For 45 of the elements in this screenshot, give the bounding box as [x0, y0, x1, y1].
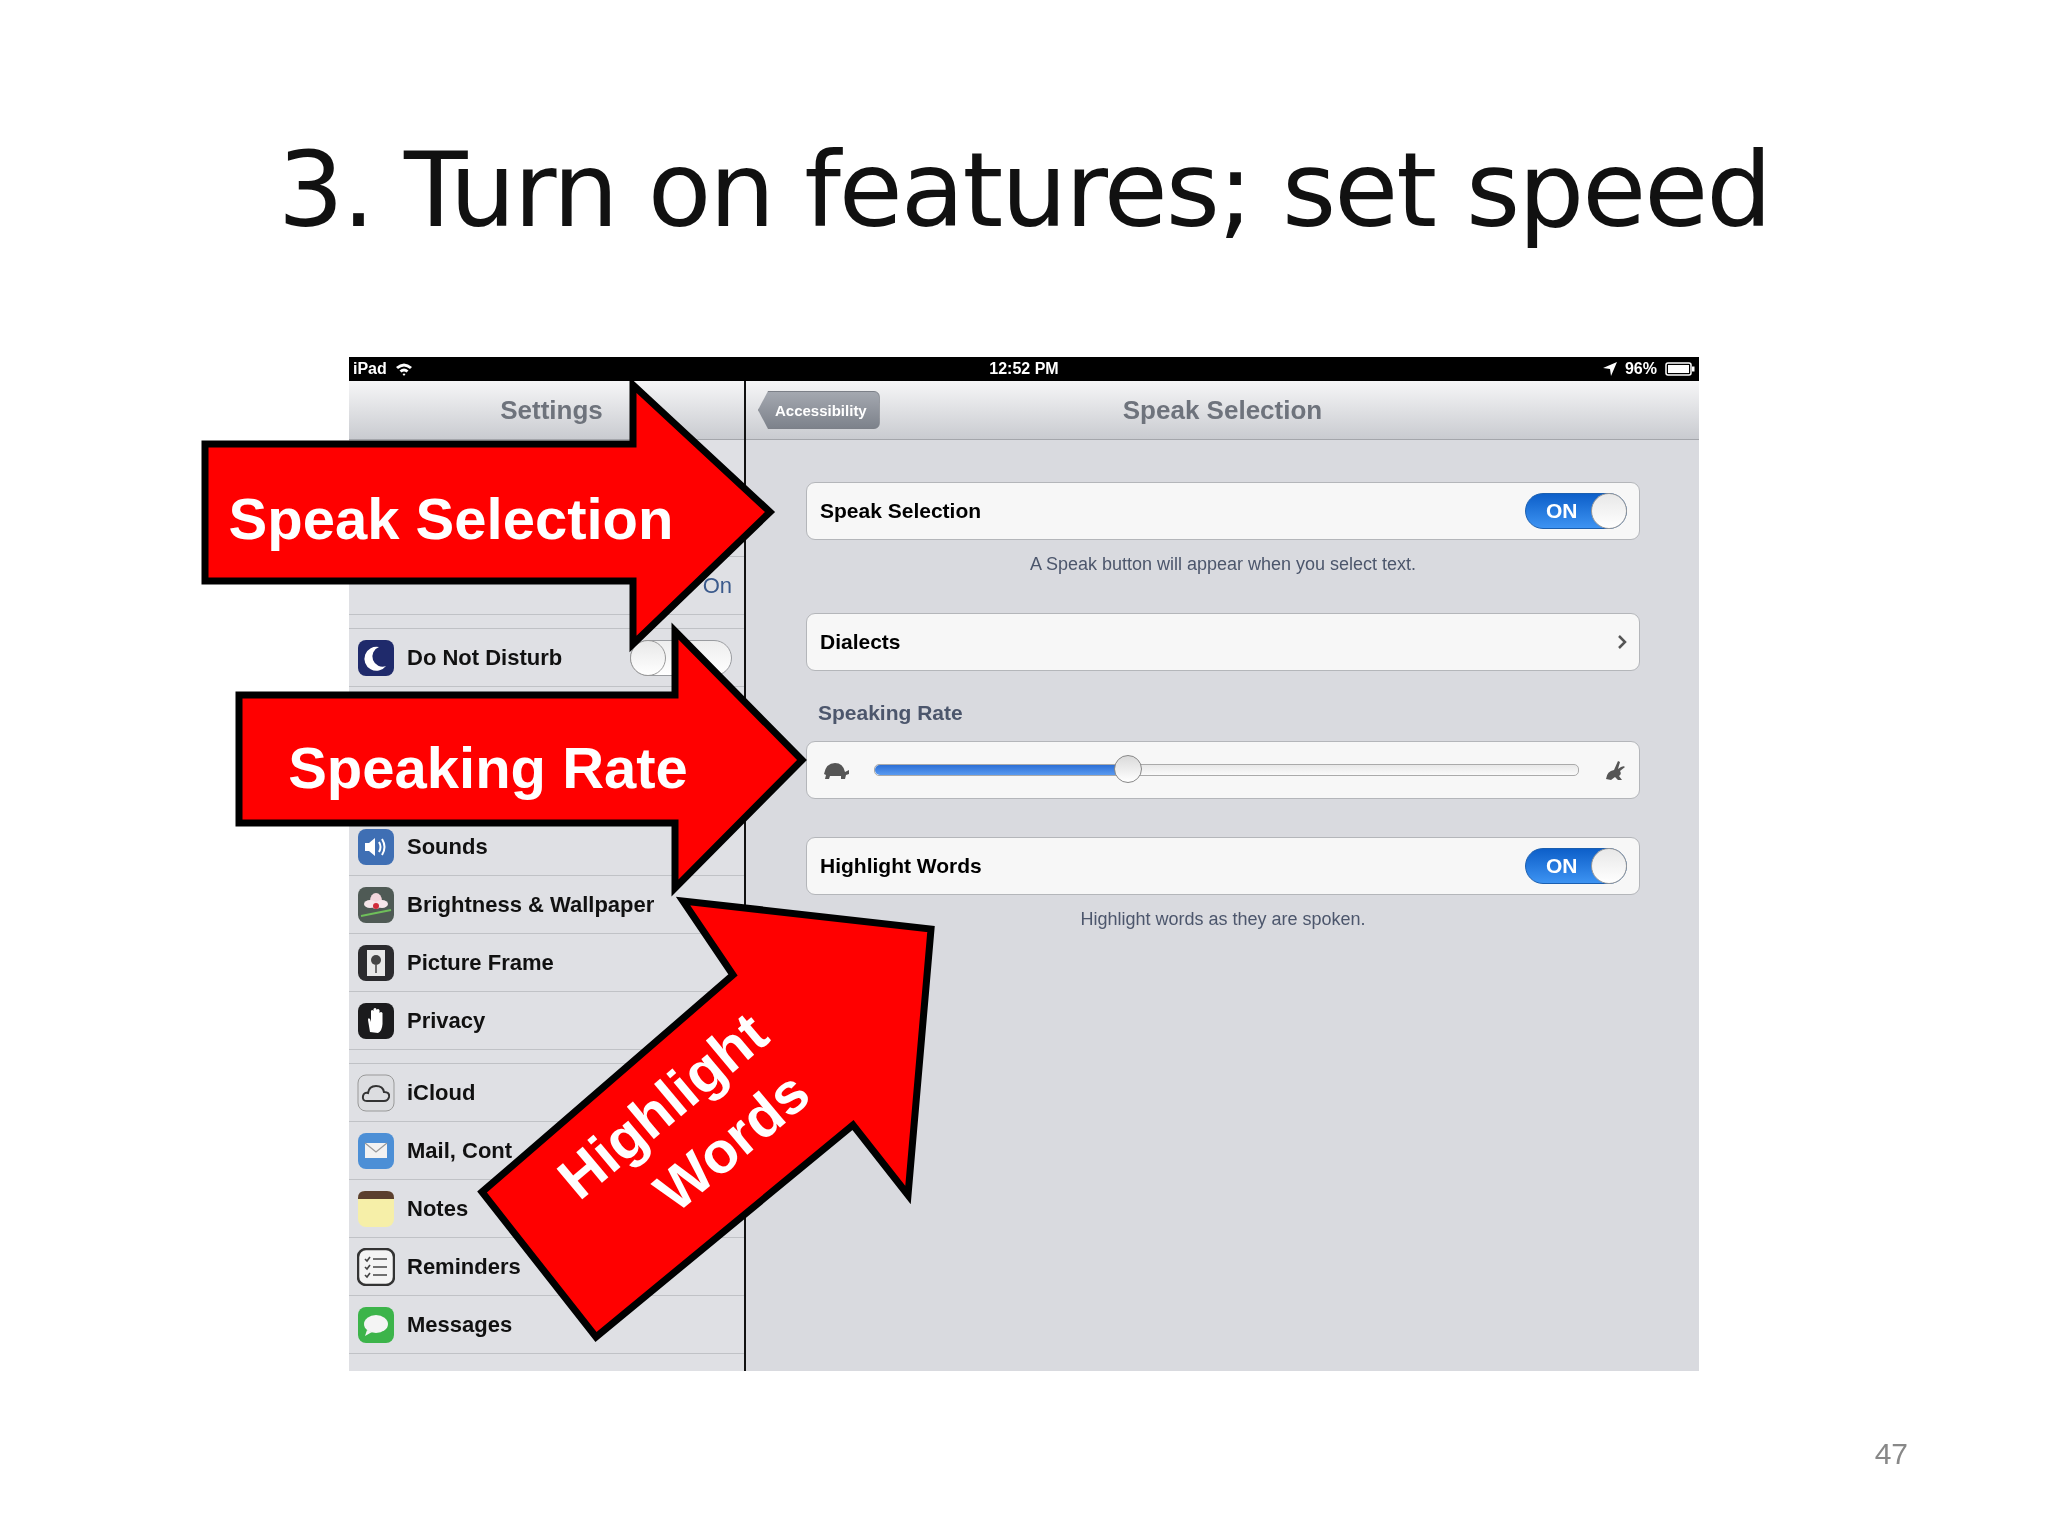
rabbit-icon	[1603, 759, 1627, 781]
row-label[interactable]: Notes	[407, 1195, 469, 1222]
section-footer: A Speak button will appear when you select text.	[806, 554, 1640, 575]
speaker-icon	[357, 827, 395, 866]
row-label[interactable]: Brightness & Wallpaper	[407, 891, 655, 918]
row-label[interactable]: Messages	[407, 1311, 513, 1338]
page-title: Speak Selection	[1122, 394, 1323, 426]
row-label[interactable]: iCloud	[407, 1079, 476, 1106]
speech-bubble-icon	[357, 1305, 395, 1344]
envelope-icon	[357, 1131, 395, 1170]
location-icon	[1602, 362, 1617, 376]
toggle-switch[interactable]: ON	[1525, 848, 1627, 884]
card-label: Speak Selection	[820, 499, 983, 523]
row-label[interactable]: Mail, Cont	[407, 1137, 513, 1164]
settings-card[interactable]: Dialects	[806, 613, 1640, 671]
device-name: iPad	[353, 360, 387, 378]
picture-frame-icon	[357, 943, 395, 982]
row-value: On	[702, 572, 732, 599]
hand-icon	[357, 1001, 395, 1040]
cloud-icon	[357, 1073, 395, 1112]
row-label[interactable]: Picture Frame	[407, 949, 554, 976]
row-label[interactable]: Reminders	[407, 1253, 521, 1280]
card-label: Dialects	[820, 630, 902, 654]
wifi-icon	[394, 362, 413, 376]
status-time: 12:52 PM	[989, 360, 1059, 378]
slide-title: 3. Turn on features; set speed	[277, 128, 1771, 253]
section-header: Speaking Rate	[818, 701, 964, 726]
slider-thumb[interactable]	[1114, 755, 1143, 783]
callout-label: Speaking Rate	[288, 735, 688, 800]
section-footer: Highlight words as they are spoken.	[806, 909, 1640, 930]
sidebar-title: Settings	[500, 394, 603, 426]
moon-icon	[357, 638, 395, 677]
row-label[interactable]: Sounds	[407, 833, 488, 860]
flower-icon	[357, 885, 395, 924]
row-label[interactable]: Privacy	[407, 1007, 486, 1034]
row-label[interactable]: Do Not Disturb	[407, 644, 563, 671]
page-number: 47	[1874, 1437, 1908, 1471]
chevron-icon	[1617, 634, 1627, 650]
callout-label: Speak Selection	[228, 486, 674, 551]
battery-percent: 96%	[1624, 360, 1657, 378]
checklist-icon	[357, 1247, 395, 1286]
card-label: Highlight Words	[820, 854, 983, 878]
toggle-switch[interactable]: ON	[1525, 493, 1627, 529]
battery-icon	[1665, 362, 1695, 376]
notepad-icon	[357, 1189, 395, 1228]
